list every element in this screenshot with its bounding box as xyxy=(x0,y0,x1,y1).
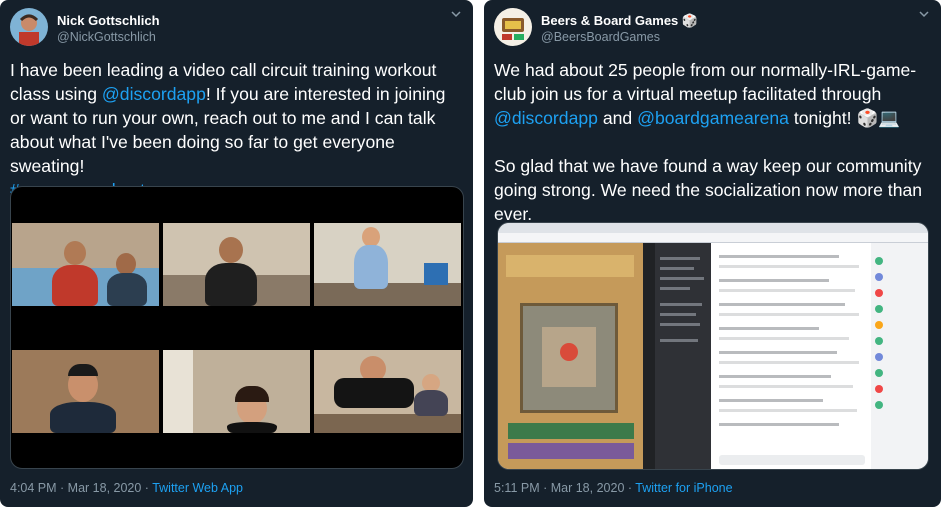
source-link[interactable]: Twitter Web App xyxy=(152,481,243,495)
tweet-text: I have been leading a video call circuit… xyxy=(10,58,463,202)
avatar[interactable] xyxy=(10,8,48,46)
tweet-paragraph: So glad that we have found a way keep ou… xyxy=(494,156,923,224)
mention-link[interactable]: @boardgamearena xyxy=(637,108,789,128)
mention-link[interactable]: @discordapp xyxy=(102,84,206,104)
tweet-footer: 4:04 PM · Mar 18, 2020 · Twitter Web App xyxy=(10,481,243,495)
author-name[interactable]: Nick Gottschlich xyxy=(57,13,160,28)
video-call-photo[interactable] xyxy=(10,186,464,469)
video-tile xyxy=(314,350,461,433)
tweet-footer: 5:11 PM · Mar 18, 2020 · Twitter for iPh… xyxy=(494,481,733,495)
discord-member-list xyxy=(871,243,928,469)
dice-emoji: 🎲 xyxy=(681,13,699,28)
source-link[interactable]: Twitter for iPhone xyxy=(635,481,732,495)
discord-channel-list xyxy=(655,243,711,469)
video-tile xyxy=(12,223,159,306)
video-tile xyxy=(314,223,461,306)
chevron-down-icon[interactable] xyxy=(449,8,463,22)
tweet-text-part: tonight! 🎲💻 xyxy=(788,108,901,128)
author-name-text: Beers & Board Games xyxy=(541,13,679,28)
game-screenshot-photo[interactable] xyxy=(497,222,929,470)
timestamp[interactable]: 4:04 PM · Mar 18, 2020 · xyxy=(10,481,152,495)
avatar[interactable] xyxy=(494,8,532,46)
tweet-card-nick[interactable]: Nick Gottschlich @NickGottschlich I have… xyxy=(0,0,473,507)
tweet-text-part: We had about 25 people from our normally… xyxy=(494,60,917,104)
author-handle[interactable]: @NickGottschlich xyxy=(57,30,156,44)
browser-addressbar xyxy=(498,233,928,243)
timestamp[interactable]: 5:11 PM · Mar 18, 2020 · xyxy=(494,481,635,495)
tweet-text-part: and xyxy=(597,108,638,128)
video-tile xyxy=(12,350,159,433)
browser-tabbar xyxy=(498,223,928,233)
discord-server-bar xyxy=(643,243,655,469)
tweet-text: We had about 25 people from our normally… xyxy=(494,58,931,226)
game-board xyxy=(498,243,643,469)
video-tile xyxy=(163,350,310,433)
chevron-down-icon[interactable] xyxy=(917,8,931,22)
author-handle[interactable]: @BeersBoardGames xyxy=(541,30,660,44)
tweet-header: Beers & Board Games 🎲 @BeersBoardGames xyxy=(494,8,931,48)
discord-chat xyxy=(711,243,871,469)
author-name[interactable]: Beers & Board Games 🎲 xyxy=(541,13,698,29)
video-tile xyxy=(163,223,310,306)
mention-link[interactable]: @discordapp xyxy=(494,108,598,128)
tweet-header: Nick Gottschlich @NickGottschlich xyxy=(10,8,463,48)
